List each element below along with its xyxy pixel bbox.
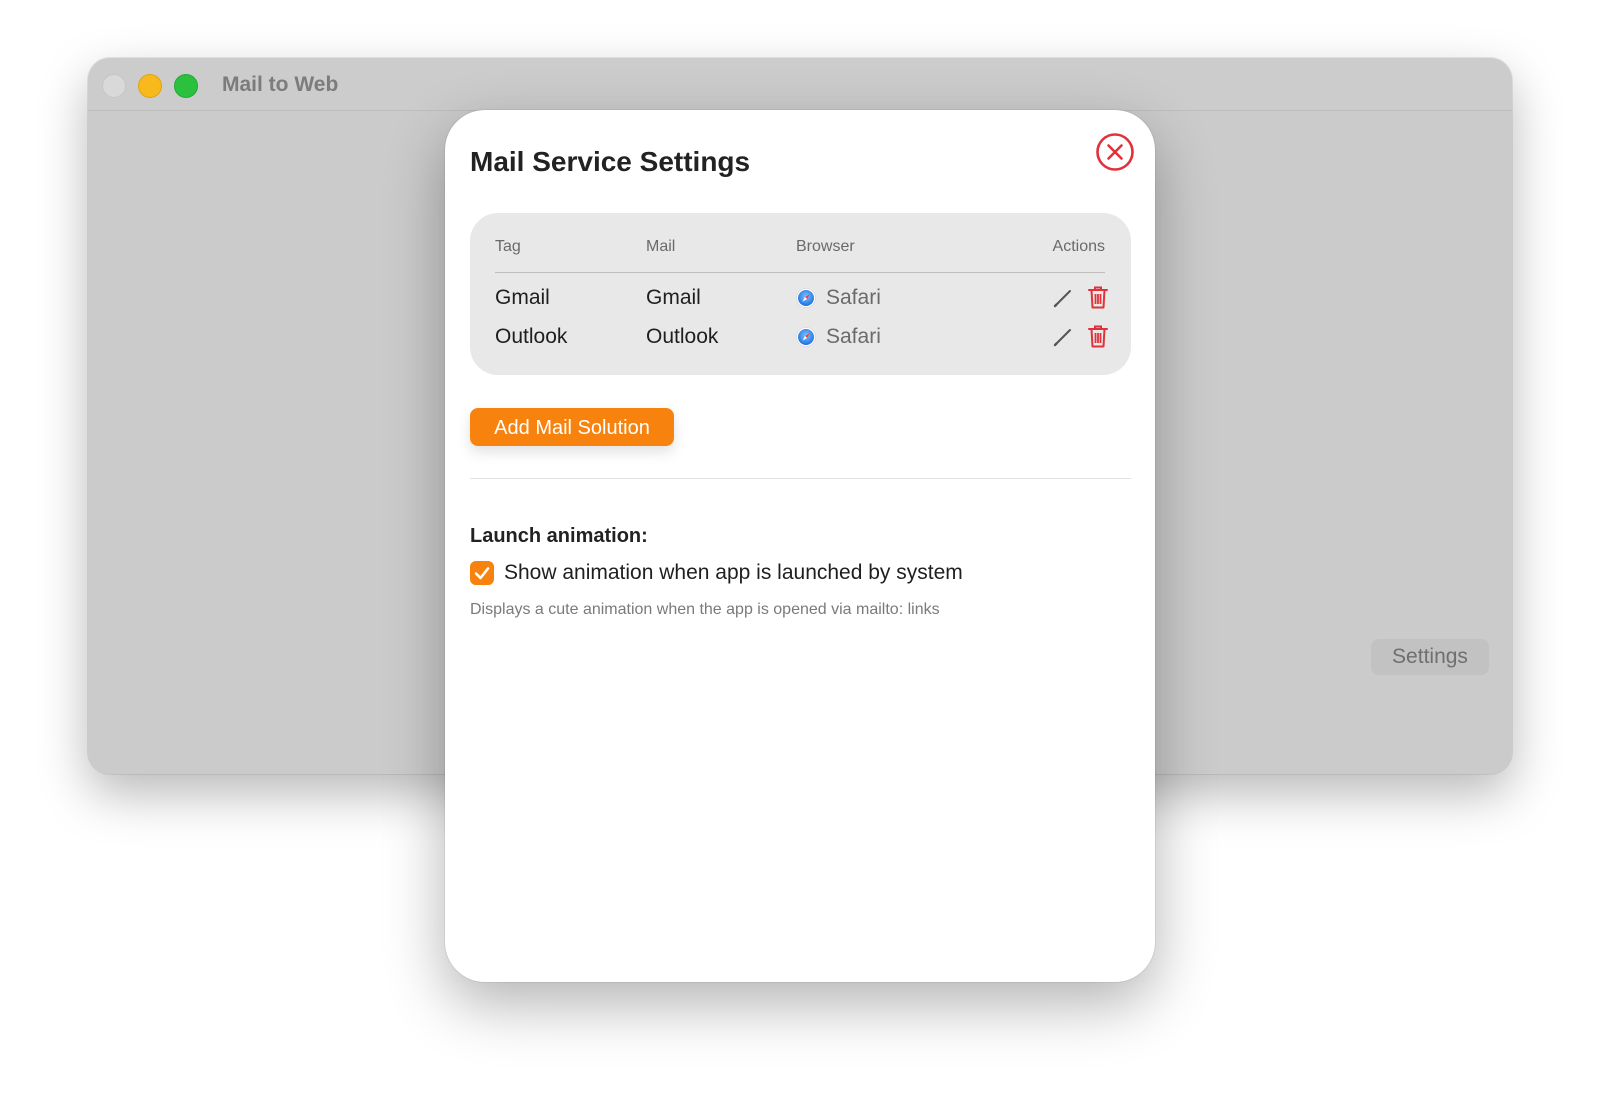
cell-mail: Gmail <box>646 286 701 309</box>
trash-icon[interactable] <box>1087 284 1109 310</box>
column-header-mail: Mail <box>646 238 676 255</box>
browser-label: Safari <box>826 286 881 309</box>
header-divider <box>495 272 1105 273</box>
window-title: Mail to Web <box>222 73 339 96</box>
window-zoom-button[interactable] <box>174 74 198 98</box>
settings-sheet: Mail Service Settings Tag Mail Browser A… <box>445 110 1155 982</box>
table-row: Outlook Outlook Safari <box>470 321 1131 355</box>
cell-browser: Safari <box>796 286 881 310</box>
launch-animation-helper-text: Displays a cute animation when the app i… <box>470 601 940 618</box>
settings-button[interactable]: Settings <box>1371 639 1489 675</box>
add-mail-solution-button[interactable]: Add Mail Solution <box>470 408 674 446</box>
safari-icon <box>796 327 816 347</box>
column-header-tag: Tag <box>495 238 521 255</box>
pencil-icon[interactable] <box>1052 287 1074 309</box>
pencil-icon[interactable] <box>1052 326 1074 348</box>
window-minimize-button[interactable] <box>138 74 162 98</box>
trash-icon[interactable] <box>1087 323 1109 349</box>
launch-animation-heading: Launch animation: <box>470 525 648 547</box>
column-header-browser: Browser <box>796 238 855 255</box>
cell-browser: Safari <box>796 325 881 349</box>
column-header-actions: Actions <box>1052 238 1105 255</box>
close-circle-icon[interactable] <box>1095 132 1135 172</box>
cell-tag: Outlook <box>495 325 568 348</box>
cell-mail: Outlook <box>646 325 719 348</box>
table-row: Gmail Gmail Safari <box>470 282 1131 316</box>
screen: Mail to Web Settings Mail Service Settin… <box>0 0 1600 1098</box>
section-divider <box>470 478 1131 479</box>
mail-services-table: Tag Mail Browser Actions Gmail Gmail Saf… <box>470 213 1131 375</box>
browser-label: Safari <box>826 325 881 348</box>
title-bar: Mail to Web <box>88 58 1512 111</box>
cell-tag: Gmail <box>495 286 550 309</box>
launch-animation-checkbox[interactable] <box>470 561 494 585</box>
launch-animation-checkbox-label[interactable]: Show animation when app is launched by s… <box>504 561 963 585</box>
window-close-button[interactable] <box>102 74 126 98</box>
safari-icon <box>796 288 816 308</box>
sheet-title: Mail Service Settings <box>470 146 751 177</box>
